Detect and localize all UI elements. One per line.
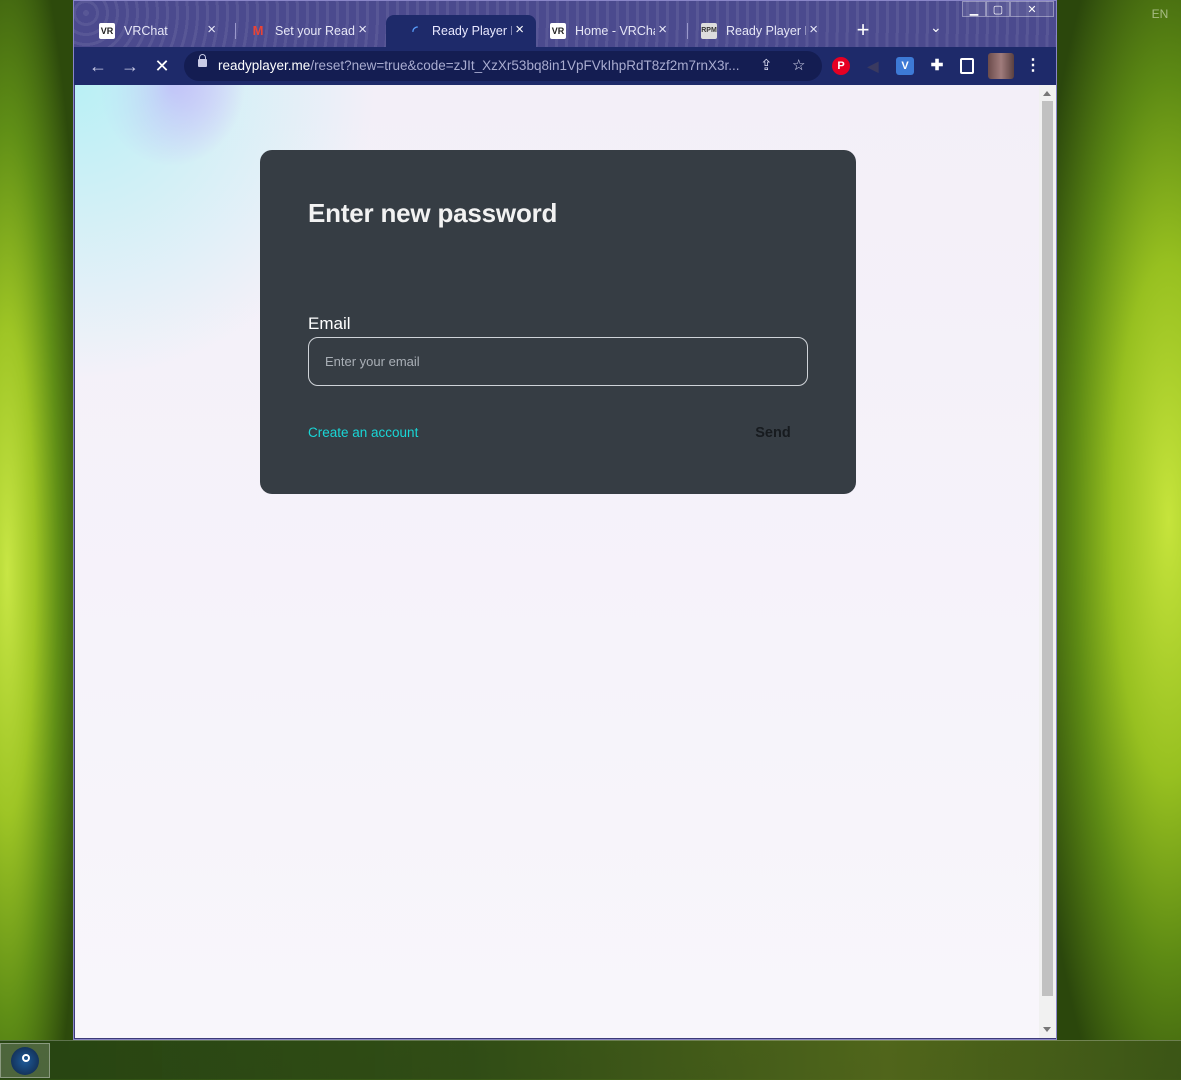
vrchat-icon: VR (550, 23, 566, 39)
share-icon[interactable]: ⇪ (760, 57, 773, 75)
profile-avatar[interactable] (988, 53, 1014, 79)
maximize-button[interactable]: ▢ (986, 1, 1010, 17)
close-icon[interactable]: × (809, 22, 818, 38)
new-tab-button[interactable]: + (852, 19, 874, 41)
page-content: Enter new password Email Create an accou… (75, 85, 1039, 1038)
tab-ready-player-me[interactable]: RPM Ready Player M × (680, 15, 830, 47)
steam-taskbar-button[interactable] (0, 1043, 50, 1078)
close-icon[interactable]: × (207, 22, 216, 38)
stop-loading-button[interactable]: ✕ (150, 55, 174, 77)
gmail-icon: M (252, 23, 264, 38)
back-button[interactable]: ← (86, 55, 110, 77)
send-button[interactable]: Send (740, 418, 806, 448)
tab-ready-player-me-active[interactable]: ◜ Ready Player Me × (386, 15, 536, 47)
close-icon[interactable]: × (515, 22, 524, 38)
bookmark-star-icon[interactable]: ☆ (792, 57, 805, 75)
language-indicator[interactable]: EN (1140, 2, 1180, 26)
pinterest-icon[interactable]: P (832, 57, 850, 75)
tab-search-chevron-icon[interactable]: ⌄ (930, 19, 942, 36)
lock-icon[interactable] (198, 54, 207, 67)
tab-home-vrchat[interactable]: VR Home - VRChat × (529, 15, 679, 47)
tab-vrchat[interactable]: VR VRChat × (78, 15, 228, 47)
create-account-link[interactable]: Create an account (308, 425, 418, 440)
tab-gmail[interactable]: M Set your Ready × (229, 15, 379, 47)
browser-toolbar: ← → ✕ readyplayer.me/reset?new=true&code… (74, 47, 1056, 85)
vrchat-icon: VR (99, 23, 115, 39)
close-icon[interactable]: × (658, 22, 667, 38)
mute-icon[interactable]: ◀ (864, 57, 882, 75)
puzzle-icon[interactable]: ✚ (928, 57, 946, 75)
sidepanel-icon[interactable] (960, 58, 974, 74)
readyplayerme-icon: RPM (701, 23, 717, 39)
steam-icon (11, 1046, 39, 1075)
scroll-down-arrow-icon[interactable] (1043, 1027, 1051, 1032)
email-label: Email (308, 314, 351, 333)
email-input[interactable] (308, 337, 808, 386)
browser-window: VR VRChat × M Set your Ready × ◜ Ready P… (73, 0, 1057, 1040)
minimize-button[interactable]: ▁ (962, 1, 986, 17)
desktop-wallpaper-right (1057, 0, 1181, 1040)
menu-icon[interactable]: ⋮ (1024, 57, 1042, 75)
close-window-button[interactable]: ✕ (1010, 1, 1054, 17)
scroll-thumb[interactable] (1042, 101, 1053, 996)
desktop-wallpaper-left (0, 0, 73, 1040)
reset-password-card: Enter new password Email Create an accou… (260, 150, 856, 494)
address-bar[interactable]: readyplayer.me/reset?new=true&code=zJIt_… (184, 51, 822, 81)
page-scrollbar[interactable] (1039, 85, 1056, 1038)
close-icon[interactable]: × (358, 22, 367, 38)
tab-strip: VR VRChat × M Set your Ready × ◜ Ready P… (74, 1, 1056, 47)
scroll-up-arrow-icon[interactable] (1043, 91, 1051, 96)
forward-button[interactable]: → (118, 55, 142, 77)
loading-icon: ◜ (412, 23, 418, 38)
url-text[interactable]: readyplayer.me/reset?new=true&code=zJIt_… (218, 58, 758, 73)
vrchat-ext-icon[interactable]: V (896, 57, 914, 75)
page-title: Enter new password (308, 198, 558, 228)
taskbar (0, 1040, 1181, 1080)
